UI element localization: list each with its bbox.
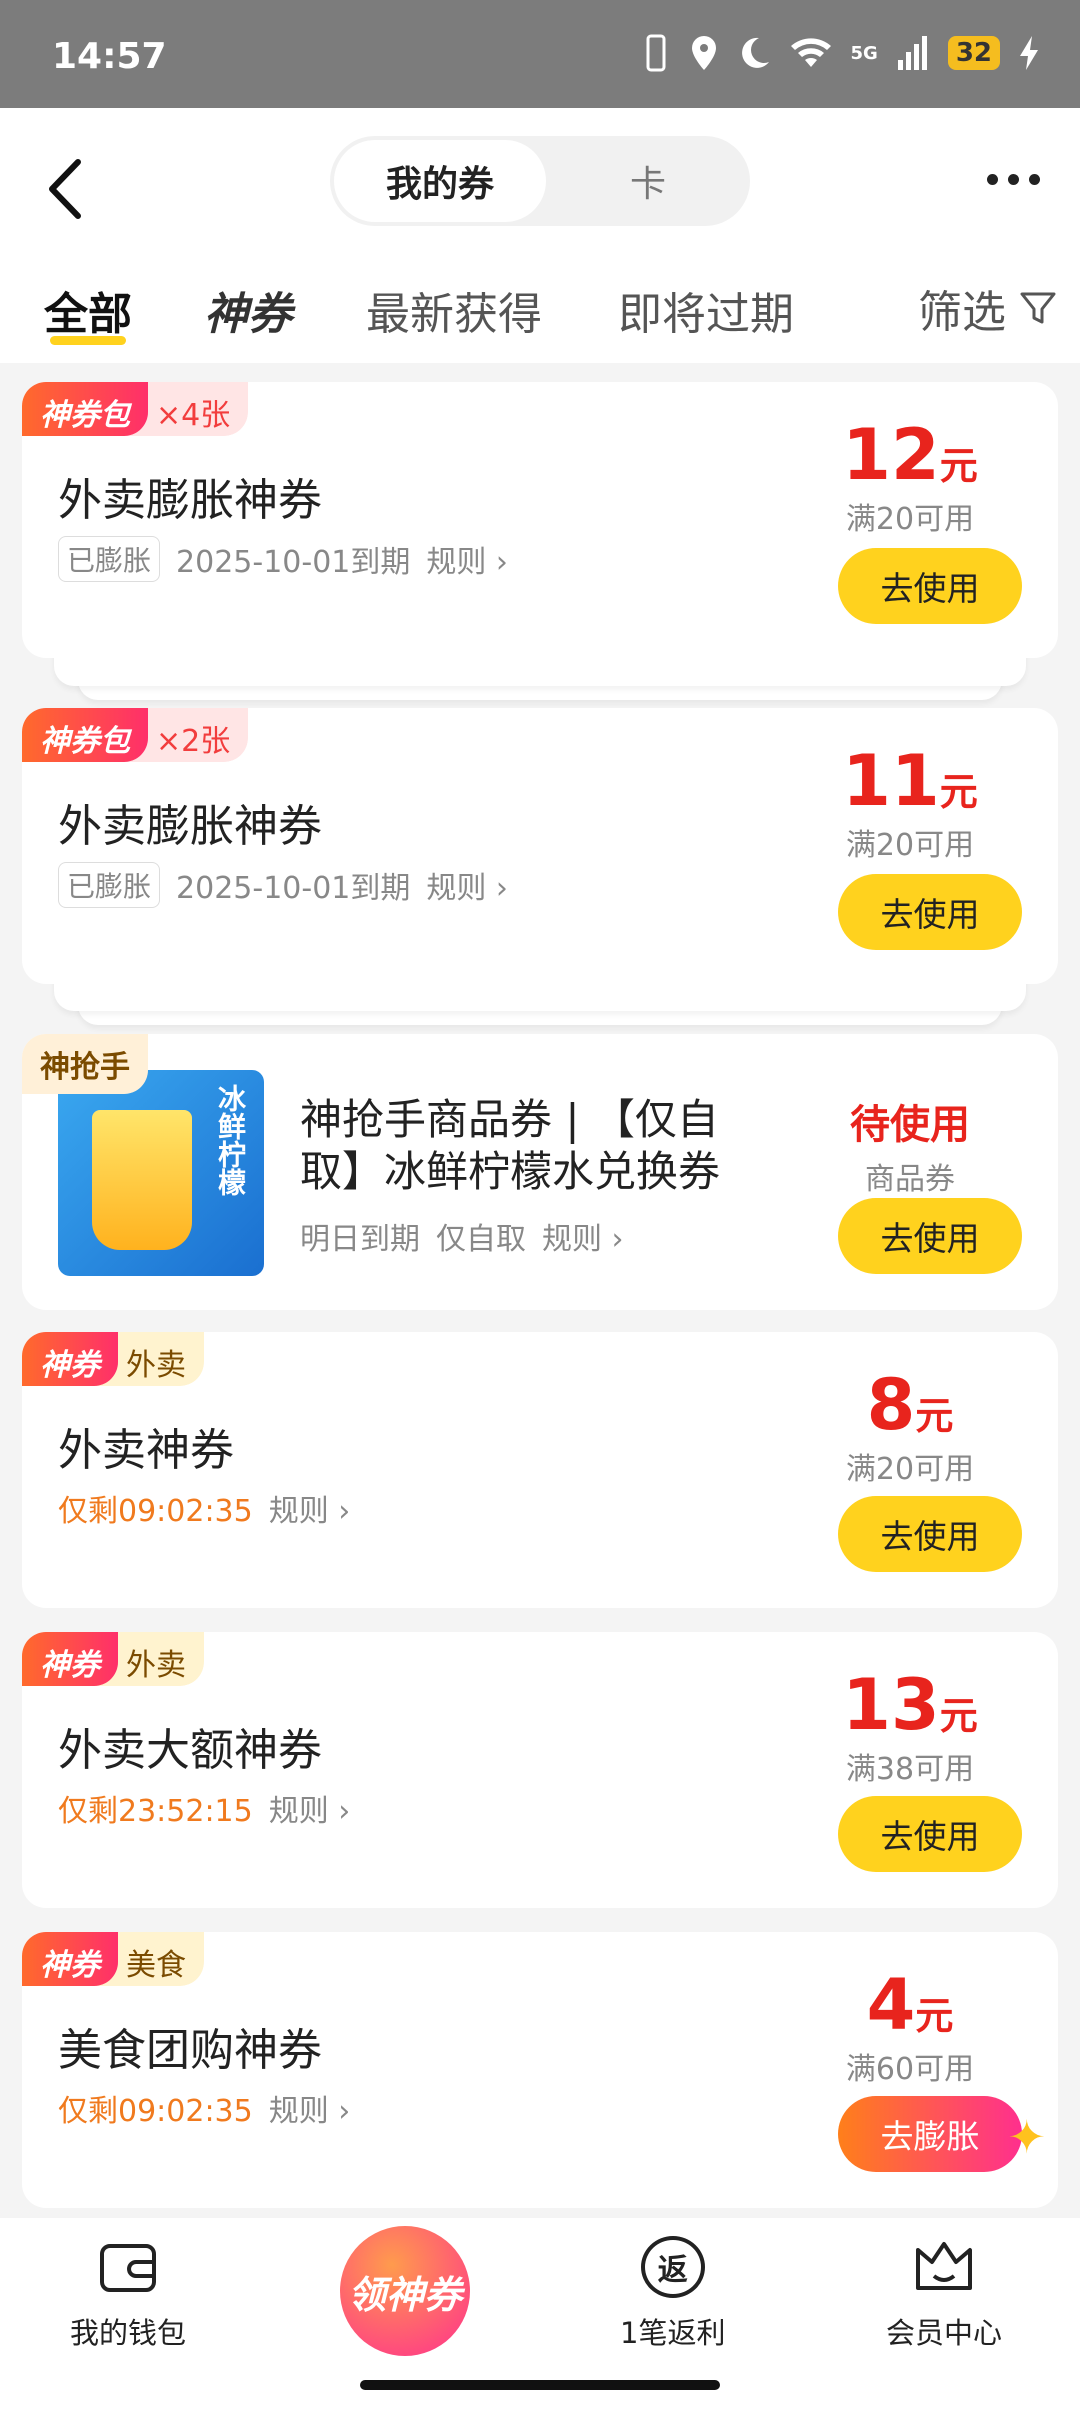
countdown: 仅剩23:52:15 xyxy=(58,1794,253,1829)
coupon-title: 外卖神券 xyxy=(58,1425,234,1476)
coupon-title-line2: 取】冰鲜柠檬水兑换券 xyxy=(300,1147,721,1196)
filter-icon xyxy=(1020,292,1056,324)
coupon-meta: 仅剩23:52:15 规则 › xyxy=(58,1786,350,1830)
coupon-tag: 神券 外卖 xyxy=(22,1332,204,1386)
vibrate-icon xyxy=(646,34,665,72)
status-bar: 14:57 5G 32 xyxy=(0,0,1080,108)
coupon-card[interactable]: 神券 外卖 外卖大额神券 仅剩23:52:15 规则 › 13元 满38可用 去使用 xyxy=(22,1632,1058,1908)
coupon-amount: 8元 满20可用 xyxy=(845,1364,975,1487)
coupon-card[interactable]: 神券 外卖 外卖神券 仅剩09:02:35 规则 › 8元 满20可用 去使用 xyxy=(22,1332,1058,1608)
nav-wallet[interactable]: 我的钱包 xyxy=(70,2236,186,2352)
signal-icon xyxy=(897,36,927,70)
header: 我的券 卡 全部 神券 最新获得 即将过期 筛选 xyxy=(0,108,1080,363)
coupon-tag: 神券 美食 xyxy=(22,1932,204,1986)
nav-rebate-label: 1笔返利 xyxy=(620,2316,726,2350)
coupon-card[interactable]: 神券 美食 美食团购神券 仅剩09:02:35 规则 › 4元 满60可用 去膨胀 ✦ xyxy=(22,1932,1058,2208)
rule-link[interactable]: 规则 › xyxy=(269,2086,351,2130)
status-time: 14:57 xyxy=(52,36,167,77)
coupon-title: 美食团购神券 xyxy=(58,2025,322,2076)
filter-label: 筛选 xyxy=(918,287,1006,338)
coupon-title: 外卖大额神券 xyxy=(58,1725,322,1776)
coupon-meta: 仅剩09:02:35 规则 › xyxy=(58,2086,350,2130)
network-label: 5G xyxy=(850,42,878,64)
rule-link[interactable]: 规则 › xyxy=(269,1786,351,1830)
coupon-meta: 仅剩09:02:35 规则 › xyxy=(58,1486,350,1530)
tab-underline xyxy=(50,336,126,345)
countdown: 仅剩09:02:35 xyxy=(58,2094,253,2129)
use-button[interactable]: 去使用 xyxy=(838,1198,1022,1274)
coupon-title: 外卖膨胀神券 xyxy=(58,475,322,526)
inflate-button[interactable]: 去膨胀 ✦ xyxy=(838,2096,1046,2172)
home-indicator[interactable] xyxy=(360,2380,720,2390)
coupon-tag: 神券包 ×4张 xyxy=(22,382,249,436)
coupon-card[interactable]: 神券包 ×2张 外卖膨胀神券 已膨胀 2025-10-01到期 规则 › 11元满… xyxy=(22,708,1058,984)
coupon-amount: 13元 满38可用 xyxy=(842,1664,978,1787)
rule-link[interactable]: 规则 › xyxy=(542,1214,624,1258)
rebate-icon: 返 xyxy=(640,2236,705,2298)
back-icon[interactable] xyxy=(40,154,92,224)
coupon-tag: 神抢手 xyxy=(22,1034,148,1094)
coupon-card[interactable]: 神券包 ×4张 外卖膨胀神券 已膨胀 2025-10-01到期 规则 › 12元满… xyxy=(22,382,1058,658)
coupon-amount: 12元 满20可用 xyxy=(842,414,978,537)
coupon-meta: 已膨胀 2025-10-01到期 规则 › xyxy=(58,862,508,908)
use-button[interactable]: 去使用 xyxy=(838,1496,1022,1572)
status-icons: 5G 32 xyxy=(641,34,1041,72)
nav-member-label: 会员中心 xyxy=(886,2316,1003,2350)
coupon-title: 外卖膨胀神券 xyxy=(58,801,322,852)
product-image: 冰鲜柠檬 xyxy=(58,1070,264,1276)
expiry-date: 2025-10-01到期 xyxy=(176,871,411,906)
segment-cards[interactable]: 卡 xyxy=(550,140,746,222)
use-button[interactable]: 去使用 xyxy=(838,1796,1022,1872)
tab-shen[interactable]: 神券 xyxy=(204,278,292,342)
rule-link[interactable]: 规则 › xyxy=(426,863,508,907)
wallet-icon xyxy=(100,2244,156,2292)
sparkle-icon: ✦ xyxy=(1007,2110,1046,2164)
coupon-meta: 已膨胀 2025-10-01到期 规则 › xyxy=(58,536,508,582)
coupon-tag: 神券包 ×2张 xyxy=(22,708,249,762)
coupon-card[interactable]: 冰鲜柠檬 神抢手 神抢手商品券 | 【仅自 取】冰鲜柠檬水兑换券 明日到期 仅自… xyxy=(22,1034,1058,1310)
more-icon[interactable] xyxy=(987,174,1040,185)
scope: 仅自取 xyxy=(436,1222,526,1257)
countdown: 仅剩09:02:35 xyxy=(58,1494,253,1529)
nav-rebate[interactable]: 返 1笔返利 xyxy=(620,2236,725,2352)
tab-newest[interactable]: 最新获得 xyxy=(366,278,542,342)
expiry-date: 明日到期 xyxy=(300,1222,420,1257)
battery-level: 32 xyxy=(947,36,1000,70)
center-coupon-button[interactable]: 领神券 xyxy=(340,2226,470,2356)
wifi-icon xyxy=(790,38,831,67)
tab-all[interactable]: 全部 xyxy=(44,278,132,342)
crown-icon xyxy=(916,2242,972,2290)
charging-icon xyxy=(1020,36,1038,70)
coupon-amount: 4元 满60可用 xyxy=(845,1964,975,2087)
filter-button[interactable]: 筛选 xyxy=(918,276,1058,340)
coupon-meta: 明日到期 仅自取 规则 › xyxy=(300,1214,624,1258)
nav-wallet-label: 我的钱包 xyxy=(70,2316,187,2350)
coupon-amount: 11元 满20可用 xyxy=(842,740,978,863)
expiry-date: 2025-10-01到期 xyxy=(176,545,411,580)
rule-link[interactable]: 规则 › xyxy=(269,1486,351,1530)
coupon-status: 待使用 商品券 xyxy=(850,1102,970,1197)
segment-my-coupons[interactable]: 我的券 xyxy=(334,140,546,222)
rule-link[interactable]: 规则 › xyxy=(426,537,508,581)
use-button[interactable]: 去使用 xyxy=(838,874,1022,950)
filter-tabs: 全部 神券 最新获得 即将过期 筛选 xyxy=(0,268,1080,348)
location-icon xyxy=(691,36,716,70)
use-button[interactable]: 去使用 xyxy=(838,548,1022,624)
tab-expiring[interactable]: 即将过期 xyxy=(618,278,794,342)
coupon-tag: 神券 外卖 xyxy=(22,1632,204,1686)
nav-member[interactable]: 会员中心 xyxy=(886,2236,1002,2352)
inflated-badge: 已膨胀 xyxy=(58,862,161,908)
moon-icon xyxy=(741,37,769,68)
segment-control: 我的券 卡 xyxy=(330,136,750,226)
inflated-badge: 已膨胀 xyxy=(58,536,161,582)
